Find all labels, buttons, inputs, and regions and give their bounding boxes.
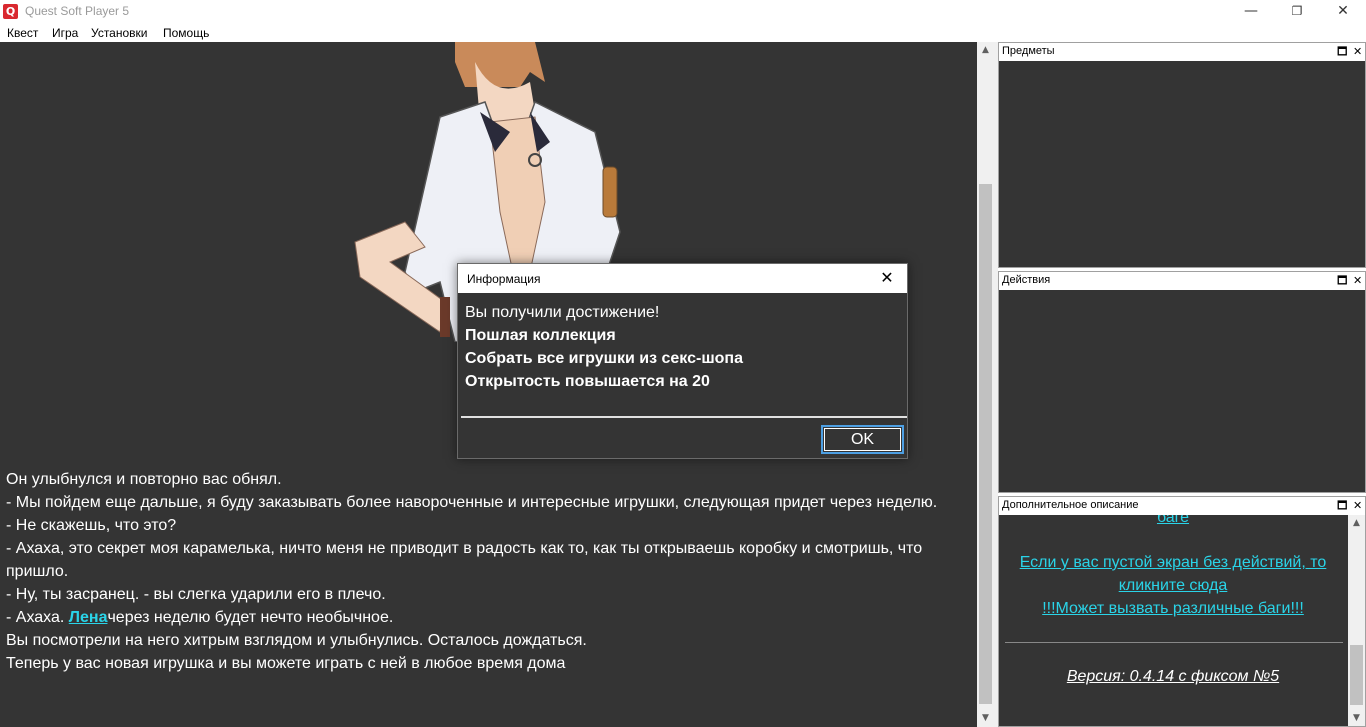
bugs-warning-link[interactable]: !!!Может вызвать различные баги!!! <box>1005 597 1341 620</box>
menu-game[interactable]: Игра <box>52 26 78 40</box>
story-line: Он улыбнулся и повторно вас обнял. <box>6 471 282 488</box>
story-line: - Ахаха. Леначерез неделю будет нечто не… <box>6 606 971 629</box>
title-bar: Q Quest Soft Player 5 — ❐ ✕ <box>0 0 1366 23</box>
close-icon[interactable]: ✕ <box>1353 272 1362 290</box>
menu-bar: Квест Игра Установки Помощь <box>0 23 1366 42</box>
scroll-down-arrow-icon[interactable]: ▼ <box>1348 710 1365 726</box>
ok-button[interactable]: OK <box>821 425 904 454</box>
actions-list <box>999 290 1365 492</box>
actions-panel-title: Действия <box>1002 274 1051 286</box>
restore-icon[interactable]: 🗖 <box>1337 43 1347 61</box>
scroll-thumb[interactable] <box>979 184 992 704</box>
actions-panel: Действия 🗖 ✕ <box>998 271 1366 493</box>
close-icon[interactable]: ✕ <box>873 266 901 290</box>
dialog-title: Информация <box>467 272 541 286</box>
scroll-up-arrow-icon[interactable]: ▲ <box>1348 515 1365 532</box>
description-content: баге Если у вас пустой экран без действи… <box>999 515 1365 726</box>
description-panel: Дополнительное описание 🗖 ✕ баге Если у … <box>998 496 1366 727</box>
character-name-link[interactable]: Лена <box>69 609 108 626</box>
achievement-description: Собрать все игрушки из секс-шопа <box>465 350 743 367</box>
close-icon[interactable]: ✕ <box>1353 497 1362 515</box>
scroll-down-arrow-icon[interactable]: ▼ <box>977 710 994 727</box>
items-panel: Предметы 🗖 ✕ <box>998 42 1366 268</box>
menu-settings[interactable]: Установки <box>91 26 147 40</box>
achievement-reward: Открытость повышается на 20 <box>465 373 710 390</box>
story-scrollbar[interactable]: ▲ ▼ <box>977 42 994 727</box>
story-text: Он улыбнулся и повторно вас обнял. - Мы … <box>6 468 971 675</box>
story-line-prefix: - Ахаха. <box>6 609 69 626</box>
actions-panel-header: Действия 🗖 ✕ <box>999 272 1365 290</box>
minimize-button[interactable]: — <box>1228 0 1274 23</box>
items-panel-title: Предметы <box>1002 45 1055 57</box>
achievement-name: Пошлая коллекция <box>465 327 616 344</box>
story-line-suffix: через неделю будет нечто необычное. <box>107 609 394 626</box>
restore-icon[interactable]: 🗖 <box>1337 497 1347 515</box>
story-line: Вы посмотрели на него хитрым взглядом и … <box>6 632 587 649</box>
bug-link-fragment[interactable]: баге <box>1005 515 1341 529</box>
story-line: - Не скажешь, что это? <box>6 517 177 534</box>
close-window-button[interactable]: ✕ <box>1320 0 1366 23</box>
window-title: Quest Soft Player 5 <box>25 4 130 18</box>
version-label: Версия: 0.4.14 с фиксом №5 <box>1066 668 1280 685</box>
achievement-received-text: Вы получили достижение! <box>465 304 660 321</box>
items-panel-header: Предметы 🗖 ✕ <box>999 43 1365 61</box>
description-divider <box>1005 642 1343 643</box>
story-line: - Мы пойдем еще дальше, я буду заказыват… <box>6 494 938 511</box>
story-line: Теперь у вас новая игрушка и вы можете и… <box>6 655 566 672</box>
close-icon[interactable]: ✕ <box>1353 43 1362 61</box>
dialog-titlebar: Информация ✕ <box>458 264 907 293</box>
scroll-thumb[interactable] <box>1350 645 1363 705</box>
empty-screen-link[interactable]: Если у вас пустой экран без действий, то… <box>1005 551 1341 597</box>
story-line: - Ну, ты засранец. - вы слегка ударили е… <box>6 586 386 603</box>
description-scrollbar[interactable]: ▲ ▼ <box>1348 515 1365 726</box>
menu-help[interactable]: Помощь <box>163 26 209 40</box>
story-line: - Ахаха, это секрет моя карамелька, ничт… <box>6 540 923 580</box>
dialog-divider <box>461 416 907 418</box>
app-icon: Q <box>3 4 18 19</box>
restore-icon[interactable]: 🗖 <box>1337 272 1347 290</box>
description-panel-title: Дополнительное описание <box>1002 499 1139 511</box>
description-panel-header: Дополнительное описание 🗖 ✕ <box>999 497 1365 515</box>
items-list <box>999 61 1365 267</box>
menu-quest[interactable]: Квест <box>7 26 38 40</box>
maximize-button[interactable]: ❐ <box>1274 0 1320 23</box>
dialog-message: Вы получили достижение! Пошлая коллекция… <box>465 301 743 393</box>
scroll-up-arrow-icon[interactable]: ▲ <box>977 42 994 59</box>
information-dialog: Информация ✕ Вы получили достижение! Пош… <box>457 263 908 459</box>
